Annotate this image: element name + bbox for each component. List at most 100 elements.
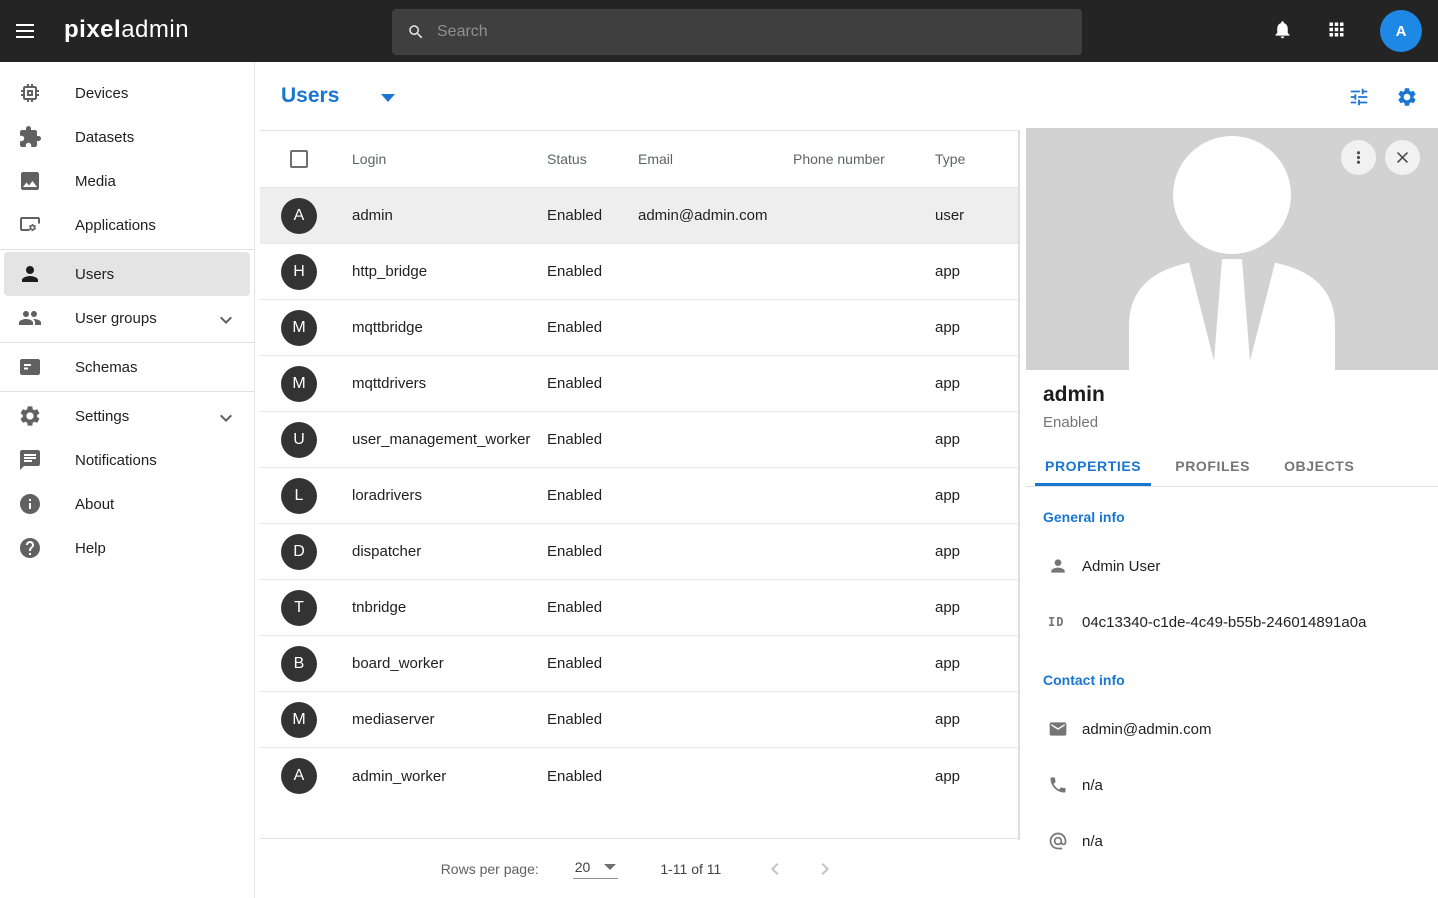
column-header-email[interactable]: Email xyxy=(638,151,793,167)
cell-login: board_worker xyxy=(352,655,547,672)
previous-page-icon[interactable] xyxy=(763,857,787,881)
cell-status: Enabled xyxy=(547,263,638,280)
panel-user-status: Enabled xyxy=(1043,414,1438,431)
table-row-tnbridge[interactable]: TtnbridgeEnabledapp xyxy=(260,580,1018,636)
sidebar-item-schemas[interactable]: Schemas xyxy=(4,345,250,389)
cell-status: Enabled xyxy=(547,375,638,392)
column-header-login[interactable]: Login xyxy=(352,151,547,167)
cell-type: app xyxy=(935,375,1018,392)
cell-status: Enabled xyxy=(547,319,638,336)
sidebar-item-media[interactable]: Media xyxy=(4,159,250,203)
sidebar-item-datasets[interactable]: Datasets xyxy=(4,115,250,159)
table-row-admin[interactable]: AadminEnabledadmin@admin.comuser xyxy=(260,188,1018,244)
next-page-icon[interactable] xyxy=(813,857,837,881)
cell-login: tnbridge xyxy=(352,599,547,616)
person-icon xyxy=(1048,556,1068,576)
sidebar-item-users[interactable]: Users xyxy=(4,252,250,296)
page-title: Users xyxy=(281,84,339,108)
table-scrollbar[interactable] xyxy=(1018,130,1020,840)
table-row-dispatcher[interactable]: DdispatcherEnabledapp xyxy=(260,524,1018,580)
sidebar-item-devices[interactable]: Devices xyxy=(4,71,250,115)
sidebar-item-label: Help xyxy=(75,540,106,557)
phone-icon xyxy=(1048,775,1068,795)
cell-type: app xyxy=(935,711,1018,728)
profile-photo-placeholder xyxy=(1026,128,1438,370)
cell-login: http_bridge xyxy=(352,263,547,280)
cell-type: app xyxy=(935,599,1018,616)
image-icon xyxy=(18,169,42,193)
cell-type: app xyxy=(935,431,1018,448)
cell-type: app xyxy=(935,768,1018,785)
entity-type-dropdown[interactable]: Users xyxy=(281,84,395,108)
info-icon xyxy=(18,492,42,516)
table-row-mediaserver[interactable]: MmediaserverEnabledapp xyxy=(260,692,1018,748)
tab-profiles[interactable]: PROFILES xyxy=(1173,448,1252,486)
select-all-checkbox[interactable] xyxy=(290,150,308,168)
cell-login: dispatcher xyxy=(352,543,547,560)
cell-status: Enabled xyxy=(547,768,638,785)
sidebar-item-help[interactable]: Help xyxy=(4,526,250,570)
close-panel-button[interactable] xyxy=(1385,140,1420,175)
user-avatar[interactable]: A xyxy=(1380,10,1422,52)
row-avatar: M xyxy=(281,366,317,402)
table-row-loradrivers[interactable]: LloradriversEnabledapp xyxy=(260,468,1018,524)
select-caret-icon xyxy=(604,864,616,870)
sidebar-item-about[interactable]: About xyxy=(4,482,250,526)
cell-status: Enabled xyxy=(547,207,638,224)
sidebar-item-notifications[interactable]: Notifications xyxy=(4,438,250,482)
table-settings-gear-icon[interactable] xyxy=(1396,86,1418,108)
cell-type: app xyxy=(935,655,1018,672)
filter-tune-icon[interactable] xyxy=(1348,86,1370,108)
people-icon xyxy=(18,306,42,330)
chip-icon xyxy=(18,81,42,105)
table-row-mqttdrivers[interactable]: MmqttdriversEnabledapp xyxy=(260,356,1018,412)
cell-type: app xyxy=(935,487,1018,504)
cell-status: Enabled xyxy=(547,655,638,672)
panel-field: admin@admin.com xyxy=(1026,701,1438,757)
rows-per-page-select[interactable]: 20 xyxy=(573,859,619,879)
table-row-admin-worker[interactable]: Aadmin_workerEnabledapp xyxy=(260,748,1018,804)
sidebar-item-label: Settings xyxy=(75,408,129,425)
user-detail-panel: admin Enabled PROPERTIESPROFILESOBJECTS … xyxy=(1026,128,1438,898)
tab-objects[interactable]: OBJECTS xyxy=(1282,448,1356,486)
column-header-status[interactable]: Status xyxy=(547,151,638,167)
more-options-button[interactable] xyxy=(1341,140,1376,175)
search-bar[interactable] xyxy=(392,9,1082,55)
menu-icon[interactable] xyxy=(13,19,37,43)
row-avatar: D xyxy=(281,534,317,570)
notifications-bell-icon[interactable] xyxy=(1272,19,1296,43)
column-header-type[interactable]: Type xyxy=(935,151,1018,167)
sidebar-item-label: Notifications xyxy=(75,452,157,469)
cell-login: admin xyxy=(352,207,547,224)
apps-grid-icon[interactable] xyxy=(1326,19,1350,43)
table-row-board-worker[interactable]: Bboard_workerEnabled app xyxy=(260,636,1018,692)
chevron-down-icon xyxy=(214,406,234,426)
table-row-user-management-worker[interactable]: Uuser_management_workerEnabledapp xyxy=(260,412,1018,468)
row-avatar: M xyxy=(281,702,317,738)
table-row-mqttbridge[interactable]: MmqttbridgeEnabledapp xyxy=(260,300,1018,356)
panel-field-value: n/a xyxy=(1082,777,1103,794)
logo-bold: pixel xyxy=(64,16,121,43)
panel-field: n/a xyxy=(1026,813,1438,869)
section-heading-contact-info: Contact info xyxy=(1043,672,1438,692)
search-icon xyxy=(392,23,437,41)
panel-field: ID04c13340-c1de-4c49-b55b-246014891a0a xyxy=(1026,594,1438,650)
search-input[interactable] xyxy=(437,23,1082,41)
cell-login: loradrivers xyxy=(352,487,547,504)
sidebar-item-applications[interactable]: Applications xyxy=(4,203,250,247)
row-avatar: B xyxy=(281,646,317,682)
cell-login: admin_worker xyxy=(352,768,547,785)
sidebar-item-settings[interactable]: Settings xyxy=(4,394,250,438)
section-heading-general-info: General info xyxy=(1043,509,1438,529)
row-avatar: H xyxy=(281,254,317,290)
sidebar-item-user-groups[interactable]: User groups xyxy=(4,296,250,340)
tab-properties[interactable]: PROPERTIES xyxy=(1043,448,1143,486)
cell-login: user_management_worker xyxy=(352,431,547,448)
sidebar-item-label: User groups xyxy=(75,310,157,327)
column-header-phone-number[interactable]: Phone number xyxy=(793,151,935,167)
panel-field-value: admin@admin.com xyxy=(1082,721,1211,738)
panel-field: n/a xyxy=(1026,757,1438,813)
top-app-bar: pixeladmin A xyxy=(0,0,1438,62)
sidebar-item-label: Media xyxy=(75,173,116,190)
table-row-http-bridge[interactable]: Hhttp_bridgeEnabledapp xyxy=(260,244,1018,300)
